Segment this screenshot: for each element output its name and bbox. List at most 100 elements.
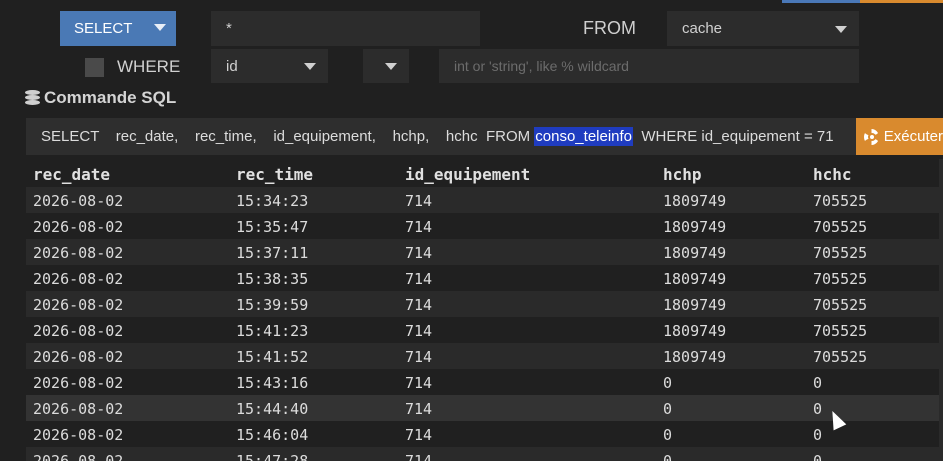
table-cell: 1809749 (663, 348, 727, 366)
column-header[interactable]: hchp (663, 165, 702, 184)
table-cell: 0 (663, 426, 673, 444)
table-cell: 714 (405, 192, 433, 210)
column-header[interactable]: hchc (813, 165, 852, 184)
sql-section-title: Commande SQL (25, 88, 176, 108)
table-cell: 15:35:47 (236, 218, 309, 236)
table-cell: 15:34:23 (236, 192, 309, 210)
from-label: FROM (583, 18, 636, 38)
table-cell: 714 (405, 400, 433, 418)
sql-query-bar[interactable]: SELECT rec_date, rec_time, id_equipement… (26, 118, 943, 155)
table-row[interactable]: 2026-08-02 15:35:47 714 1809749 705525 (26, 213, 943, 239)
table-cell: 714 (405, 348, 433, 366)
table-row[interactable]: 2026-08-02 15:39:59 714 1809749 705525 (26, 291, 943, 317)
sql-query-prefix: SELECT rec_date, rec_time, id_equipement… (41, 128, 535, 145)
execute-button[interactable]: Exécuter (856, 118, 943, 155)
where-operator-select[interactable] (363, 49, 409, 83)
table-cell: 705525 (813, 296, 868, 314)
table-cell: 0 (663, 452, 673, 461)
chevron-down-icon (385, 63, 397, 70)
table-cell: 15:38:35 (236, 270, 309, 288)
top-accent-orange (860, 0, 943, 3)
sql-query-table: conso_teleinfo (534, 127, 634, 146)
table-cell: 705525 (813, 192, 868, 210)
table-value: cache (682, 20, 723, 37)
chevron-down-icon (154, 24, 166, 31)
table-cell: 2026-08-02 (33, 218, 124, 236)
column-header[interactable]: rec_date (33, 165, 110, 184)
table-row[interactable]: 2026-08-02 15:43:16 714 0 0 (26, 369, 943, 395)
table-cell: 1809749 (663, 296, 727, 314)
table-header: rec_date rec_time id_equipement hchp hch… (26, 159, 943, 187)
table-cell: 2026-08-02 (33, 400, 124, 418)
select-label: SELECT (74, 20, 133, 37)
sql-query-suffix: WHERE id_equipement = 71 (633, 128, 834, 145)
table-cell: 705525 (813, 218, 868, 236)
table-cell: 0 (663, 400, 673, 418)
table-cell: 15:39:59 (236, 296, 309, 314)
table-cell: 15:41:52 (236, 348, 309, 366)
table-cell: 0 (813, 374, 823, 392)
table-cell: 2026-08-02 (33, 192, 124, 210)
table-cell: 714 (405, 296, 433, 314)
table-row[interactable]: 2026-08-02 15:41:23 714 1809749 705525 (26, 317, 943, 343)
table-row[interactable]: 2026-08-02 15:38:35 714 1809749 705525 (26, 265, 943, 291)
where-checkbox[interactable] (85, 58, 104, 77)
table-cell: 15:47:28 (236, 452, 309, 461)
table-cell: 714 (405, 374, 433, 392)
column-header[interactable]: rec_time (236, 165, 313, 184)
table-cell: 714 (405, 244, 433, 262)
table-cell: 2026-08-02 (33, 270, 124, 288)
table-row[interactable]: 2026-08-02 15:46:04 714 0 0 (26, 421, 943, 447)
table-select[interactable]: cache (667, 11, 859, 46)
where-value-placeholder: int or 'string', like % wildcard (454, 58, 629, 74)
table-cell: 15:43:16 (236, 374, 309, 392)
table-cell: 714 (405, 426, 433, 444)
sql-title-text: Commande SQL (44, 88, 177, 107)
table-cell: 15:46:04 (236, 426, 309, 444)
select-dropdown[interactable]: SELECT (60, 11, 176, 46)
table-body: 2026-08-02 15:34:23 714 1809749 705525 2026-… (26, 187, 943, 461)
table-cell: 15:44:40 (236, 400, 309, 418)
table-row[interactable]: 2026-08-02 15:44:40 714 0 0 (26, 395, 943, 421)
table-row[interactable]: 2026-08-02 15:47:28 714 0 0 (26, 447, 943, 461)
table-cell: 2026-08-02 (33, 452, 124, 461)
table-row[interactable]: 2026-08-02 15:37:11 714 1809749 705525 (26, 239, 943, 265)
top-accent-blue (782, 0, 860, 3)
chevron-down-icon (835, 25, 847, 33)
table-cell: 2026-08-02 (33, 374, 124, 392)
table-cell: 2026-08-02 (33, 296, 124, 314)
table-cell: 705525 (813, 348, 868, 366)
table-cell: 705525 (813, 244, 868, 262)
radiation-icon (864, 128, 879, 145)
table-cell: 714 (405, 270, 433, 288)
table-cell: 1809749 (663, 322, 727, 340)
table-cell: 15:37:11 (236, 244, 309, 262)
table-row[interactable]: 2026-08-02 15:41:52 714 1809749 705525 (26, 343, 943, 369)
results-scrollbar[interactable] (939, 159, 943, 461)
where-column-value: id (226, 57, 238, 75)
column-header[interactable]: id_equipement (405, 165, 530, 184)
table-cell: 2026-08-02 (33, 322, 124, 340)
where-column-select[interactable]: id (211, 49, 328, 83)
table-cell: 714 (405, 322, 433, 340)
execute-label: Exécuter (883, 128, 943, 145)
where-value-input[interactable]: int or 'string', like % wildcard (439, 49, 859, 83)
table-cell: 714 (405, 218, 433, 236)
table-cell: 714 (405, 452, 433, 461)
table-cell: 0 (813, 452, 823, 461)
table-cell: 1809749 (663, 192, 727, 210)
database-icon (25, 90, 40, 106)
table-cell: 0 (813, 400, 823, 418)
columns-input[interactable]: * (211, 11, 480, 46)
where-label: WHERE (117, 57, 181, 76)
table-cell: 705525 (813, 270, 868, 288)
table-cell: 15:41:23 (236, 322, 309, 340)
table-cell: 1809749 (663, 218, 727, 236)
chevron-down-icon (304, 63, 316, 70)
table-cell: 2026-08-02 (33, 244, 124, 262)
table-cell: 1809749 (663, 244, 727, 262)
table-cell: 705525 (813, 322, 868, 340)
table-row[interactable]: 2026-08-02 15:34:23 714 1809749 705525 (26, 187, 943, 213)
table-cell: 0 (813, 426, 823, 444)
table-cell: 1809749 (663, 270, 727, 288)
